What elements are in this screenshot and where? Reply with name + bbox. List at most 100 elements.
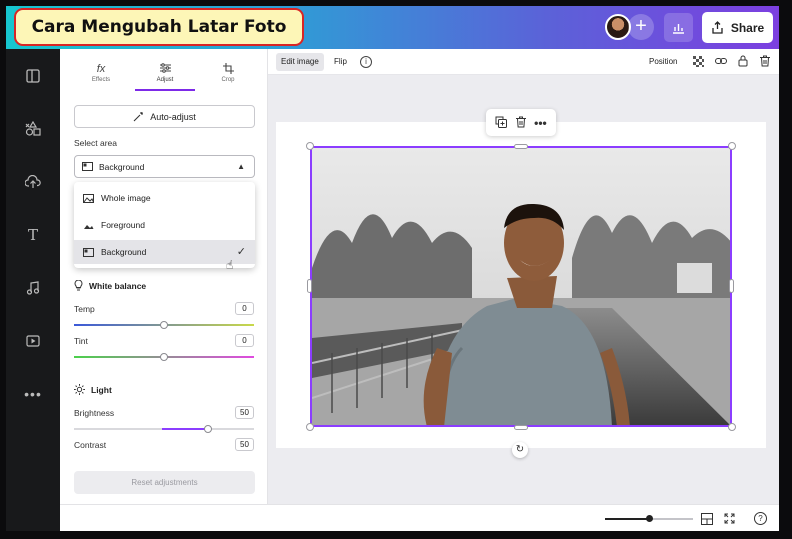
white-balance-label: White balance bbox=[89, 280, 147, 291]
templates-icon[interactable] bbox=[24, 67, 42, 85]
tint-label: Tint bbox=[74, 336, 88, 346]
whole-image-icon bbox=[83, 193, 94, 203]
tab-adjust-label: Adjust bbox=[156, 77, 174, 83]
tab-crop-label: Crop bbox=[221, 77, 235, 83]
banner-title: Cara Mengubah Latar Foto bbox=[31, 17, 287, 37]
audio-icon[interactable] bbox=[24, 279, 42, 297]
bottom-bar: ? bbox=[60, 504, 779, 531]
zoom-slider[interactable] bbox=[605, 515, 693, 522]
help-icon[interactable]: ? bbox=[754, 512, 767, 525]
menu-item-label: Whole image bbox=[101, 193, 151, 203]
brightness-slider-knob[interactable] bbox=[204, 425, 212, 433]
video-icon[interactable] bbox=[24, 332, 42, 350]
share-label: Share bbox=[730, 20, 765, 35]
background-icon bbox=[82, 162, 93, 171]
contrast-label: Contrast bbox=[74, 440, 107, 450]
share-button[interactable]: Share bbox=[702, 12, 773, 43]
lock-icon[interactable] bbox=[737, 55, 749, 67]
title-banner: Cara Mengubah Latar Foto bbox=[14, 8, 304, 46]
duplicate-icon[interactable] bbox=[495, 116, 508, 130]
sun-icon bbox=[74, 384, 85, 395]
reset-label: Reset adjustments bbox=[131, 478, 198, 487]
fullscreen-icon[interactable] bbox=[723, 512, 736, 525]
selected-photo[interactable] bbox=[310, 146, 732, 427]
zoom-slider-fill bbox=[605, 518, 649, 520]
temp-label: Temp bbox=[74, 304, 95, 314]
share-icon bbox=[712, 21, 723, 34]
fx-icon: fx bbox=[96, 63, 106, 75]
tab-crop[interactable]: Crop bbox=[198, 63, 258, 83]
background-icon bbox=[83, 247, 94, 257]
menu-item-whole-image[interactable]: Whole image bbox=[74, 186, 255, 210]
tab-effects-label: Effects bbox=[91, 77, 111, 83]
tint-slider-knob[interactable] bbox=[160, 353, 168, 361]
upload-icon[interactable] bbox=[24, 173, 42, 191]
menu-item-label: Foreground bbox=[101, 220, 145, 230]
contrast-value-input[interactable]: 50 bbox=[235, 438, 254, 451]
tint-value-input[interactable]: 0 bbox=[235, 334, 254, 347]
resize-handle-bottom-left[interactable] bbox=[306, 423, 314, 431]
adjust-panel: fx Effects Adjust Crop Auto-adjust Selec… bbox=[60, 49, 268, 504]
zoom-slider-knob[interactable] bbox=[646, 515, 653, 522]
page-grid-icon[interactable] bbox=[700, 512, 713, 525]
sliders-icon bbox=[135, 63, 195, 77]
delete-icon[interactable] bbox=[515, 116, 526, 130]
tab-effects[interactable]: fx Effects bbox=[71, 63, 131, 83]
white-balance-title: White balance bbox=[74, 280, 146, 291]
more-apps-icon[interactable]: ••• bbox=[24, 385, 42, 403]
auto-adjust-label: Auto-adjust bbox=[150, 111, 196, 122]
brightness-label: Brightness bbox=[74, 408, 115, 418]
reset-adjustments-button[interactable]: Reset adjustments bbox=[74, 471, 255, 494]
transparency-icon[interactable] bbox=[692, 55, 704, 67]
elements-icon[interactable] bbox=[24, 120, 42, 138]
menu-item-label: Background bbox=[101, 247, 147, 257]
select-area-menu: Whole image Foreground Background ✓ bbox=[74, 182, 255, 268]
context-toolbar: Edit image Flip i Position bbox=[268, 49, 779, 75]
edit-image-button[interactable]: Edit image bbox=[276, 53, 324, 71]
temp-value-input[interactable]: 0 bbox=[235, 302, 254, 315]
trash-icon[interactable] bbox=[759, 55, 771, 67]
temp-slider-knob[interactable] bbox=[160, 321, 168, 329]
chevron-up-icon: ▲ bbox=[237, 162, 245, 171]
left-rail: T ••• bbox=[6, 49, 60, 531]
add-collaborator-button[interactable]: + bbox=[628, 14, 654, 40]
flip-button[interactable]: Flip bbox=[334, 53, 347, 71]
link-icon[interactable] bbox=[715, 55, 727, 67]
select-area-value: Background bbox=[99, 161, 145, 172]
photo-image bbox=[312, 148, 730, 425]
light-title: Light bbox=[74, 384, 112, 395]
position-button[interactable]: Position bbox=[649, 53, 677, 71]
rotate-icon[interactable]: ↻ bbox=[512, 442, 528, 458]
select-area-dropdown[interactable]: Background ▲ bbox=[74, 155, 255, 178]
auto-adjust-button[interactable]: Auto-adjust bbox=[74, 105, 255, 128]
brightness-slider[interactable] bbox=[74, 425, 254, 433]
resize-handle-bottom-right[interactable] bbox=[728, 423, 736, 431]
temp-slider[interactable] bbox=[74, 321, 254, 329]
menu-item-foreground[interactable]: Foreground bbox=[74, 213, 255, 237]
foreground-icon bbox=[84, 224, 94, 229]
resize-handle-top-left[interactable] bbox=[306, 142, 314, 150]
info-icon[interactable]: i bbox=[360, 56, 372, 68]
bar-chart-icon bbox=[673, 23, 684, 34]
resize-handle-right[interactable] bbox=[729, 279, 734, 293]
checkmark-icon: ✓ bbox=[236, 246, 246, 258]
crop-icon bbox=[198, 63, 258, 77]
lightbulb-icon bbox=[74, 280, 83, 291]
select-area-label: Select area bbox=[74, 138, 117, 148]
insights-button[interactable] bbox=[664, 13, 693, 42]
panel-tabs: fx Effects Adjust Crop bbox=[60, 49, 268, 91]
text-icon[interactable]: T bbox=[24, 226, 42, 244]
resize-handle-top-right[interactable] bbox=[728, 142, 736, 150]
resize-handle-bottom[interactable] bbox=[514, 425, 528, 430]
tab-adjust[interactable]: Adjust bbox=[135, 63, 195, 83]
light-label: Light bbox=[91, 384, 112, 395]
magic-wand-icon bbox=[133, 112, 144, 122]
resize-handle-top[interactable] bbox=[514, 144, 528, 149]
floating-toolbar: ••• bbox=[486, 109, 556, 136]
resize-handle-left[interactable] bbox=[307, 279, 312, 293]
brightness-value-input[interactable]: 50 bbox=[235, 406, 254, 419]
tint-slider[interactable] bbox=[74, 353, 254, 361]
hand-cursor-icon: ☝ bbox=[226, 258, 234, 272]
active-tab-indicator bbox=[135, 89, 195, 91]
more-options-icon[interactable]: ••• bbox=[534, 116, 547, 130]
